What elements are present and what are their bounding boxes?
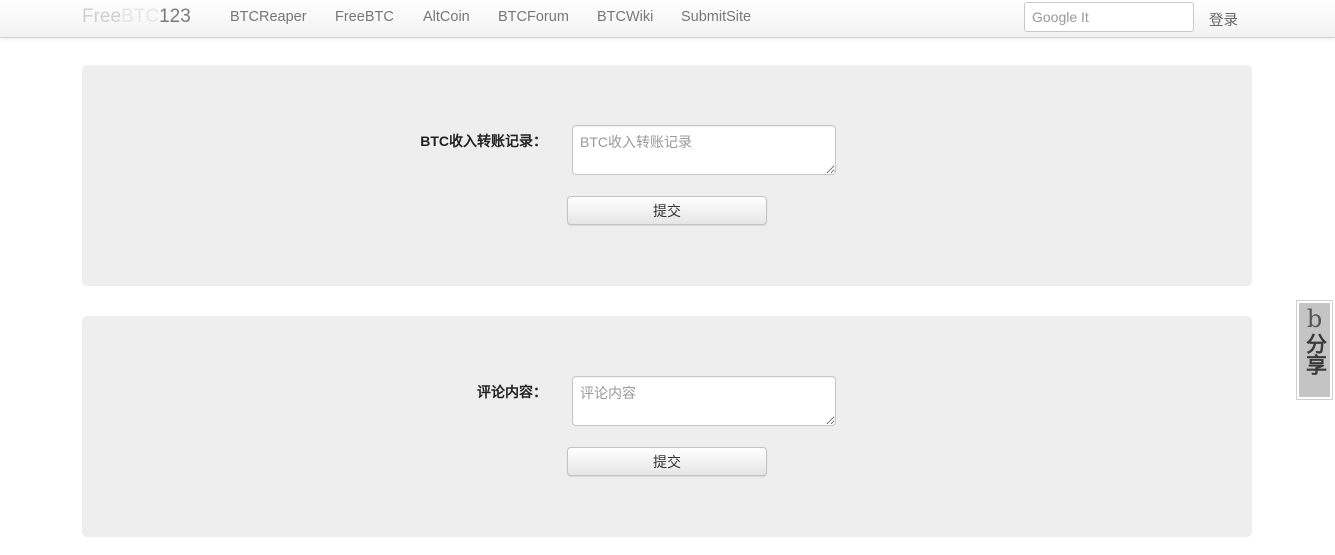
share-widget[interactable]: b 分享 <box>1296 300 1333 400</box>
comment-panel: 评论内容： 提交 <box>82 316 1252 537</box>
income-record-panel: BTC收入转账记录： 提交 <box>82 65 1252 286</box>
share-icon: b <box>1306 305 1323 333</box>
brand-part-free: Free <box>82 6 122 27</box>
income-record-label: BTC收入转账记录： <box>420 133 547 149</box>
comment-label: 评论内容： <box>477 384 547 400</box>
income-record-submit-button[interactable]: 提交 <box>567 196 767 225</box>
share-widget-body: b 分享 <box>1299 303 1330 397</box>
income-record-textarea[interactable] <box>572 125 836 175</box>
share-label: 分享 <box>1303 333 1327 375</box>
nav-link-freebtc[interactable]: FreeBTC <box>335 9 394 25</box>
comment-textarea[interactable] <box>572 376 836 426</box>
nav-link-btcwiki[interactable]: BTCWiki <box>597 9 653 25</box>
brand-part-btc: BTC <box>121 6 160 27</box>
nav-link-altcoin[interactable]: AltCoin <box>423 9 470 25</box>
search-input[interactable] <box>1024 2 1194 32</box>
top-navbar: FreeBTC123 BTCReaper FreeBTC AltCoin BTC… <box>0 0 1335 38</box>
nav-link-submitsite[interactable]: SubmitSite <box>681 9 751 25</box>
nav-link-btcreaper[interactable]: BTCReaper <box>230 9 307 25</box>
nav-link-btcforum[interactable]: BTCForum <box>498 9 569 25</box>
brand-logo[interactable]: FreeBTC123 <box>82 6 191 28</box>
login-link[interactable]: 登录 <box>1209 9 1238 30</box>
comment-submit-button[interactable]: 提交 <box>567 447 767 476</box>
brand-part-123: 123 <box>159 6 191 27</box>
